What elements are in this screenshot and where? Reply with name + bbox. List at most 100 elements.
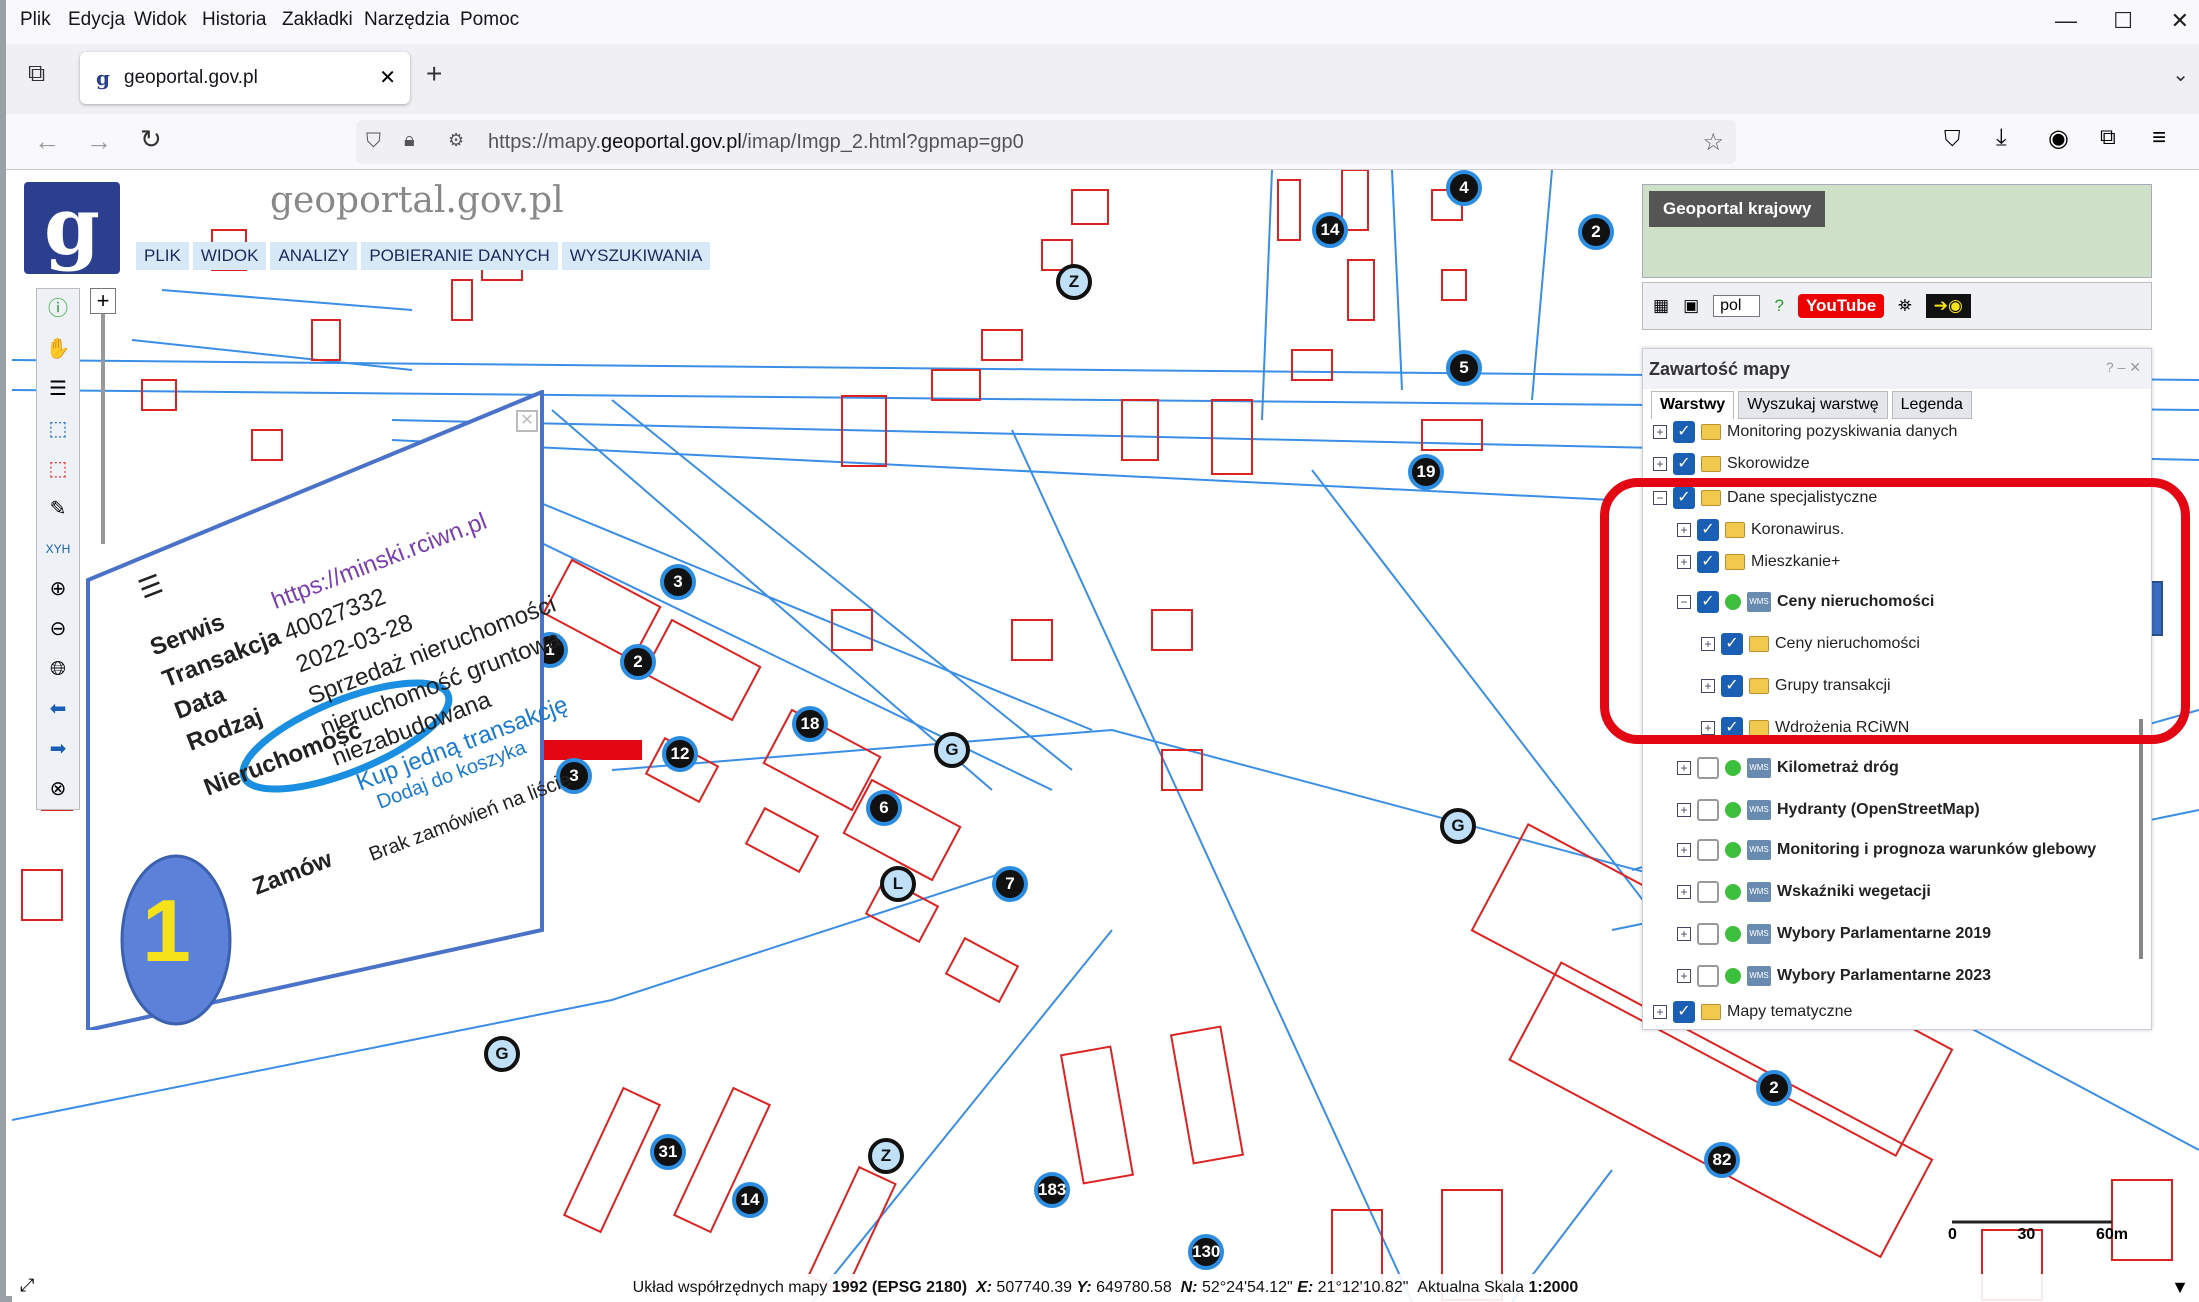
x-value: 507740.39 xyxy=(996,1279,1073,1296)
map-marker-2[interactable]: 2 xyxy=(1578,214,1614,250)
expand-icon[interactable]: ⤢ xyxy=(20,1275,34,1296)
next-view-icon[interactable]: ➡ xyxy=(37,729,79,769)
layer-label: Wybory Parlamentarne 2019 xyxy=(1777,925,1992,942)
map-marker-z[interactable]: Z xyxy=(1056,264,1092,300)
layer-row[interactable]: + ✓ Monitoring pozyskiwania danych xyxy=(1653,417,1957,447)
map-marker-14b[interactable]: 14 xyxy=(732,1182,768,1218)
xyh-icon[interactable]: XYH xyxy=(37,529,79,569)
list-tabs-icon[interactable]: ⌄ xyxy=(2172,62,2189,87)
contrast-icon[interactable]: ➔◉ xyxy=(1925,294,1971,318)
tab-wyszukaj[interactable]: Wyszukaj warstwę xyxy=(1738,391,1888,419)
menu-widok[interactable]: Widok xyxy=(134,9,187,31)
geoportal-krajowy-banner[interactable]: Geoportal krajowy xyxy=(1642,184,2152,278)
info-tool-icon[interactable]: ⓘ xyxy=(37,289,79,329)
menu-edycja[interactable]: Edycja xyxy=(68,9,125,31)
gp-menu-plik[interactable]: PLIK xyxy=(136,242,189,270)
layer-row[interactable]: + WMS Monitoring i prognoza warunków glebo… xyxy=(1677,835,2096,865)
pocket-icon[interactable]: ⛉ xyxy=(1944,126,1961,152)
map-marker-g2[interactable]: G xyxy=(1440,808,1476,844)
map-area[interactable]: 4 14 2 Z 5 19 3 2 18 12 3 1 G 6 L 7 G G … xyxy=(12,170,2199,1302)
gp-menu-analizy[interactable]: ANALIZY xyxy=(270,242,358,270)
map-marker-19[interactable]: 19 xyxy=(1408,454,1444,490)
minimize-icon[interactable]: — xyxy=(2055,8,2077,34)
map-marker-18[interactable]: 18 xyxy=(792,706,828,742)
map-marker-14[interactable]: 14 xyxy=(1312,212,1348,248)
zoom-out-icon[interactable]: ⊖ xyxy=(37,609,79,649)
layer-row[interactable]: + WMS Wybory Parlamentarne 2023 xyxy=(1677,961,1991,991)
tab-overview-icon[interactable]: ⧉ xyxy=(28,60,45,88)
pencil-icon[interactable]: ✎ xyxy=(37,489,79,529)
menu-zakladki[interactable]: Zakładki xyxy=(282,9,353,31)
layer-row[interactable]: + ✓ Skorowidze xyxy=(1653,449,1810,479)
new-tab-icon[interactable]: + xyxy=(426,58,442,90)
gp-menu-widok[interactable]: WIDOK xyxy=(192,242,267,270)
zoom-plus-icon[interactable]: + xyxy=(90,288,116,314)
map-marker-7[interactable]: 7 xyxy=(992,866,1028,902)
back-icon[interactable]: ← xyxy=(34,126,60,157)
zoom-in-icon[interactable]: ⊕ xyxy=(37,569,79,609)
map-marker-g3[interactable]: G xyxy=(484,1036,520,1072)
layer-row[interactable]: + WMS Wskaźniki wegetacji xyxy=(1677,877,1931,907)
shield-icon[interactable]: ⛉ xyxy=(366,130,381,153)
menu-plik[interactable]: Plik xyxy=(20,9,51,31)
lock-icon[interactable]: 🔒︎ xyxy=(404,129,415,152)
gp-menu-pobieranie[interactable]: POBIERANIE DANYCH xyxy=(361,242,558,270)
calc-icon[interactable]: ▦ xyxy=(1653,296,1669,316)
map-marker-4[interactable]: 4 xyxy=(1446,170,1482,206)
reload-icon[interactable]: ↻ xyxy=(140,124,162,155)
map-marker-l[interactable]: L xyxy=(880,866,916,902)
tab-warstwy[interactable]: Warstwy xyxy=(1651,391,1735,419)
select-red-icon[interactable]: ⬚ xyxy=(37,449,79,489)
map-marker-130[interactable]: 130 xyxy=(1188,1234,1224,1270)
map-marker-12[interactable]: 12 xyxy=(662,736,698,772)
popup-menu-icon[interactable]: ☰ xyxy=(134,568,167,605)
layer-row[interactable]: + WMS Hydranty (OpenStreetMap) xyxy=(1677,795,1980,825)
maximize-icon[interactable]: ☐ xyxy=(2113,8,2133,34)
map-marker-2c[interactable]: 2 xyxy=(1756,1070,1792,1106)
globe-icon[interactable]: 🌐︎ xyxy=(37,649,79,689)
layer-row[interactable]: + WMS Kilometraż dróg xyxy=(1677,753,1899,783)
wms-icon[interactable]: ▣ xyxy=(1683,296,1699,316)
layer-row[interactable]: + WMS Wybory Parlamentarne 2019 xyxy=(1677,919,1991,949)
help-icon[interactable]: ? xyxy=(1774,296,1783,316)
accessibility-icon[interactable]: ⛯ xyxy=(1898,296,1912,316)
language-select[interactable]: pol xyxy=(1713,295,1761,317)
tab-legenda[interactable]: Legenda xyxy=(1891,391,1972,419)
browser-window: Plik Edycja Widok Historia Zakładki Narz… xyxy=(0,0,2199,1302)
bookmark-star-icon[interactable]: ☆ xyxy=(1702,128,1724,157)
menu-pomoc[interactable]: Pomoc xyxy=(460,9,519,31)
top-icon-bar: ▦ ▣ pol ? YouTube ⛯ ➔◉ xyxy=(1642,282,2152,330)
map-marker-82[interactable]: 82 xyxy=(1704,1142,1740,1178)
panel-controls-icon[interactable]: ? – ✕ xyxy=(2106,359,2141,376)
select-area-icon[interactable]: ⬚ xyxy=(37,409,79,449)
youtube-button[interactable]: YouTube xyxy=(1797,294,1885,318)
geoportal-logo[interactable]: g xyxy=(24,182,120,274)
gp-menu-wyszukiwania[interactable]: WYSZUKIWANIA xyxy=(561,242,711,270)
layers-list-icon[interactable]: ☰ xyxy=(37,369,79,409)
map-marker-31[interactable]: 31 xyxy=(650,1134,686,1170)
forward-icon[interactable]: → xyxy=(86,126,112,157)
app-menu-icon[interactable]: ≡ xyxy=(2152,124,2166,152)
map-marker-183[interactable]: 183 xyxy=(1034,1172,1070,1208)
map-marker-3[interactable]: 3 xyxy=(660,564,696,600)
close-tab-icon[interactable]: ✕ xyxy=(379,65,396,90)
reset-icon[interactable]: ⊗ xyxy=(37,769,79,809)
map-marker-6[interactable]: 6 xyxy=(866,790,902,826)
scroll-down-icon[interactable]: ▼ xyxy=(2171,1277,2189,1298)
menu-historia[interactable]: Historia xyxy=(202,9,266,31)
pan-hand-icon[interactable]: ✋ xyxy=(37,329,79,369)
map-marker-5[interactable]: 5 xyxy=(1446,350,1482,386)
previous-view-icon[interactable]: ⬅ xyxy=(37,689,79,729)
account-icon[interactable]: ◉ xyxy=(2048,124,2069,153)
permissions-icon[interactable]: ⚙ xyxy=(448,130,464,151)
panel-scrollbar[interactable] xyxy=(2139,719,2143,959)
url-bar[interactable]: ⛉ 🔒︎ ⚙ https://mapy.geoportal.gov.pl/ima… xyxy=(356,120,1736,164)
extensions-icon[interactable]: ⧉ xyxy=(2100,124,2116,150)
menu-narzedzia[interactable]: Narzędzia xyxy=(364,9,450,31)
map-marker-z2[interactable]: Z xyxy=(868,1138,904,1174)
close-window-icon[interactable]: ✕ xyxy=(2171,8,2189,34)
map-marker-g[interactable]: G xyxy=(934,732,970,768)
tab-geoportal[interactable]: g geoportal.gov.pl ✕ xyxy=(80,52,410,104)
downloads-icon[interactable]: ⤓ xyxy=(1996,124,2007,152)
layer-row[interactable]: + ✓ Mapy tematyczne xyxy=(1653,997,1852,1027)
